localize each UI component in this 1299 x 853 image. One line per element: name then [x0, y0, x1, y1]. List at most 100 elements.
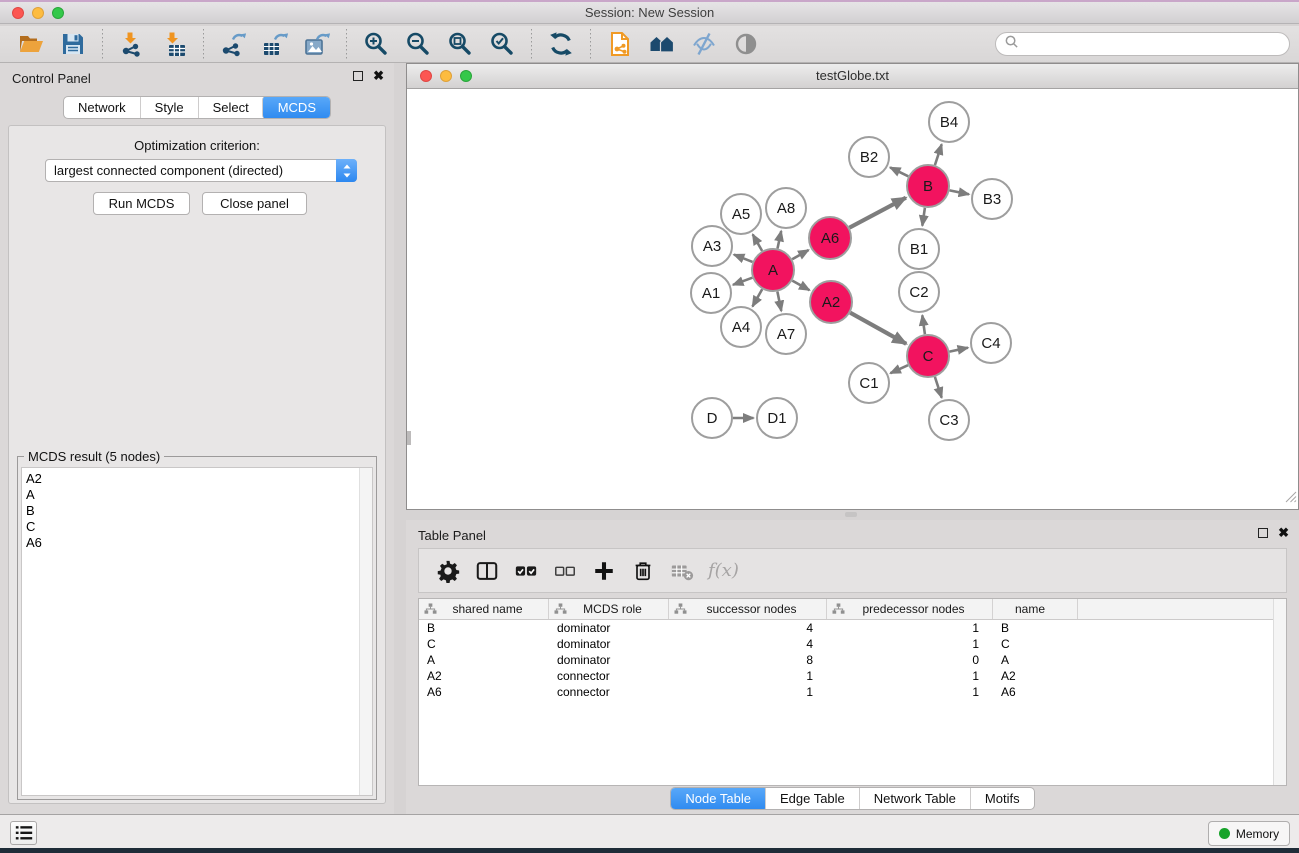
search-field[interactable]	[995, 32, 1290, 56]
cell-MCDS-role[interactable]: dominator	[549, 636, 669, 652]
cell-successor-nodes[interactable]: 1	[669, 684, 827, 700]
column-header-predecessor-nodes[interactable]: predecessor nodes	[827, 599, 993, 619]
cell-MCDS-role[interactable]: dominator	[549, 652, 669, 668]
table-row[interactable]: Bdominator41B	[419, 620, 1286, 636]
tab-node-table[interactable]: Node Table	[670, 787, 766, 810]
cell-MCDS-role[interactable]: connector	[549, 668, 669, 684]
column-header-shared-name[interactable]: shared name	[419, 599, 549, 619]
function-builder-button[interactable]: f(x)	[708, 560, 739, 581]
cell-name[interactable]: A2	[993, 668, 1078, 684]
tab-style[interactable]: Style	[140, 97, 198, 118]
network-node-A5[interactable]: A5	[721, 194, 761, 234]
network-node-C[interactable]: C	[907, 335, 949, 377]
settings-gear-icon[interactable]	[433, 557, 463, 585]
zoom-out-icon[interactable]	[401, 29, 435, 59]
network-node-C3[interactable]: C3	[929, 400, 969, 440]
network-node-A6[interactable]: A6	[809, 217, 851, 259]
cell-shared-name[interactable]: A6	[419, 684, 549, 700]
task-history-button[interactable]	[10, 821, 37, 845]
export-table-icon[interactable]	[258, 29, 292, 59]
mcds-result-item[interactable]: A2	[22, 471, 372, 487]
network-node-A[interactable]: A	[752, 249, 794, 291]
network-node-B[interactable]: B	[907, 165, 949, 207]
network-edge-B-B2[interactable]	[890, 167, 908, 176]
mcds-result-list[interactable]: A2ABCA6	[21, 467, 373, 796]
import-table-icon[interactable]	[157, 29, 191, 59]
network-canvas[interactable]: B4B2BB3A5A8A6B1A3AC2A1A2A4A7C4CC1C3DD1	[407, 89, 1298, 509]
network-node-A3[interactable]: A3	[692, 226, 732, 266]
table-row[interactable]: A2connector11A2	[419, 668, 1286, 684]
table-row[interactable]: Adominator80A	[419, 652, 1286, 668]
tab-select[interactable]: Select	[198, 97, 263, 118]
network-edge-A-A1[interactable]	[733, 278, 752, 285]
network-edge-C-C4[interactable]	[950, 348, 969, 352]
network-edge-B-B3[interactable]	[950, 190, 969, 194]
tab-network-table[interactable]: Network Table	[859, 788, 970, 809]
network-node-C1[interactable]: C1	[849, 363, 889, 403]
cell-name[interactable]: B	[993, 620, 1078, 636]
network-edge-C-C1[interactable]	[890, 365, 908, 373]
network-node-A8[interactable]: A8	[766, 188, 806, 228]
network-node-A4[interactable]: A4	[721, 307, 761, 347]
tab-motifs[interactable]: Motifs	[970, 788, 1034, 809]
network-edge-A-A7[interactable]	[777, 292, 781, 311]
cell-name[interactable]: A6	[993, 684, 1078, 700]
hide-graphics-details-icon[interactable]	[687, 29, 721, 59]
close-table-panel-icon[interactable]: ✖	[1278, 528, 1289, 538]
network-edge-C-C2[interactable]	[922, 315, 925, 334]
add-column-icon[interactable]	[589, 557, 619, 585]
network-node-A1[interactable]: A1	[691, 273, 731, 313]
cell-predecessor-nodes[interactable]: 1	[827, 620, 993, 636]
zoom-selected-icon[interactable]	[485, 29, 519, 59]
cell-successor-nodes[interactable]: 8	[669, 652, 827, 668]
optimization-criterion-dropdown[interactable]: largest connected component (directed)	[45, 159, 357, 182]
network-edge-A-A8[interactable]	[778, 231, 782, 249]
tab-network[interactable]: Network	[64, 97, 140, 118]
unselect-all-columns-icon[interactable]	[550, 557, 580, 585]
network-document-icon[interactable]	[603, 29, 637, 59]
network-edge-A-A2[interactable]	[792, 281, 809, 291]
zoom-fit-icon[interactable]	[443, 29, 477, 59]
network-edge-A2-C[interactable]	[850, 313, 906, 344]
cell-successor-nodes[interactable]: 4	[669, 620, 827, 636]
network-edge-A-A6[interactable]	[792, 250, 808, 259]
save-session-icon[interactable]	[56, 29, 90, 59]
network-node-B2[interactable]: B2	[849, 137, 889, 177]
export-image-icon[interactable]	[300, 29, 334, 59]
network-node-A7[interactable]: A7	[766, 314, 806, 354]
zoom-in-icon[interactable]	[359, 29, 393, 59]
cell-shared-name[interactable]: A	[419, 652, 549, 668]
network-node-C2[interactable]: C2	[899, 272, 939, 312]
network-node-D1[interactable]: D1	[757, 398, 797, 438]
network-edge-A6-B[interactable]	[849, 198, 906, 228]
cell-shared-name[interactable]: C	[419, 636, 549, 652]
resize-grip-icon[interactable]	[1284, 490, 1297, 508]
network-node-D[interactable]: D	[692, 398, 732, 438]
column-header-successor-nodes[interactable]: successor nodes	[669, 599, 827, 619]
table-scrollbar[interactable]	[1273, 599, 1286, 785]
cell-successor-nodes[interactable]: 1	[669, 668, 827, 684]
cell-MCDS-role[interactable]: connector	[549, 684, 669, 700]
run-mcds-button[interactable]: Run MCDS	[93, 192, 190, 215]
table-row[interactable]: Cdominator41C	[419, 636, 1286, 652]
network-node-B4[interactable]: B4	[929, 102, 969, 142]
network-node-C4[interactable]: C4	[971, 323, 1011, 363]
network-edge-C-C3[interactable]	[935, 377, 942, 398]
split-panel-icon[interactable]	[472, 557, 502, 585]
mcds-result-item[interactable]: A	[22, 487, 372, 503]
refresh-layout-icon[interactable]	[544, 29, 578, 59]
import-network-icon[interactable]	[115, 29, 149, 59]
network-edge-A-A3[interactable]	[734, 255, 753, 262]
cell-shared-name[interactable]: A2	[419, 668, 549, 684]
float-panel-icon[interactable]	[353, 71, 363, 81]
network-node-B3[interactable]: B3	[972, 179, 1012, 219]
cell-predecessor-nodes[interactable]: 1	[827, 684, 993, 700]
network-edge-A-A5[interactable]	[753, 234, 762, 251]
open-session-icon[interactable]	[14, 29, 48, 59]
mcds-result-item[interactable]: C	[22, 519, 372, 535]
network-edge-A-A4[interactable]	[753, 289, 763, 306]
result-list-scrollbar[interactable]	[359, 468, 372, 795]
mcds-result-item[interactable]: B	[22, 503, 372, 519]
tab-edge-table[interactable]: Edge Table	[765, 788, 859, 809]
select-all-columns-icon[interactable]	[511, 557, 541, 585]
